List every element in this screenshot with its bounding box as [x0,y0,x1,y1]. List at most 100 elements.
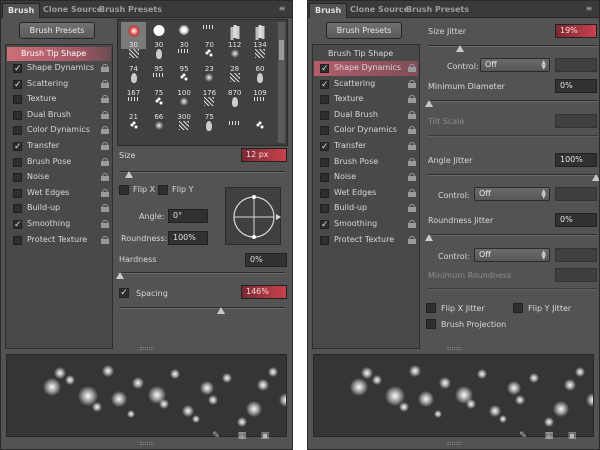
brush-tip[interactable] [121,118,146,145]
option-wet-edges[interactable]: Wet Edges [314,186,418,201]
brush-tip[interactable]: 74 [121,46,146,73]
brush-tip[interactable] [248,118,273,145]
lock-icon[interactable] [408,126,416,135]
size-jitter-slider[interactable] [428,45,598,47]
tab-brush[interactable]: Brush [309,3,348,18]
option-wet-edges[interactable]: Wet Edges [7,186,111,201]
option-checkbox[interactable] [320,188,329,198]
brush-tip[interactable]: 870 [222,70,247,97]
option-shape-dynamics[interactable]: ✓ Shape Dynamics [7,61,111,76]
option-checkbox[interactable] [320,95,329,105]
lock-icon[interactable] [101,157,109,166]
option-smoothing[interactable]: ✓ Smoothing [314,217,418,232]
roundness-jitter-thumb[interactable] [425,234,433,241]
option-checkbox[interactable] [13,157,22,167]
lock-icon[interactable] [101,188,109,197]
angle-jitter-slider[interactable] [428,174,598,176]
brush-tip[interactable]: 66 [146,94,171,121]
resize-grip-bottom[interactable] [139,442,154,445]
lock-icon[interactable] [408,95,416,104]
lock-icon[interactable] [101,95,109,104]
angle-field[interactable]: 0° [168,209,208,223]
lock-icon[interactable] [101,64,109,72]
angle-jitter-thumb[interactable] [592,174,599,181]
option-texture[interactable]: Texture [7,92,111,107]
grid-icon[interactable]: ▦ [544,431,554,441]
option-checkbox[interactable] [320,157,329,167]
brush-tip[interactable] [248,94,273,121]
brush-tip[interactable]: 75 [197,94,222,121]
lock-icon[interactable] [101,235,109,244]
option-color-dynamics[interactable]: Color Dynamics [314,123,418,138]
spacing-field[interactable]: 146% [241,285,287,299]
option-transfer[interactable]: ✓ Transfer [7,139,111,154]
angle-jitter-field[interactable]: 100% [555,153,597,167]
lock-icon[interactable] [408,79,416,88]
option-checkbox[interactable] [13,95,22,105]
option-checkbox[interactable]: ✓ [320,142,329,152]
option-checkbox[interactable] [13,126,22,136]
option-transfer[interactable]: ✓ Transfer [314,139,418,154]
option-checkbox[interactable]: ✓ [13,79,22,89]
tab-brush-presets[interactable]: Brush Presets [401,3,474,18]
resize-grip-bottom[interactable] [446,442,461,445]
size-slider[interactable] [119,171,285,173]
option-checkbox[interactable]: ✓ [13,64,22,74]
lock-icon[interactable] [408,188,416,197]
brush-tip[interactable]: 100 [172,70,197,97]
roundness-field[interactable]: 100% [168,231,208,245]
brush-tip[interactable]: 23 [197,46,222,73]
option-color-dynamics[interactable]: Color Dynamics [7,123,111,138]
option-build-up[interactable]: Build-up [7,201,111,216]
option-protect-texture[interactable]: Protect Texture [314,233,418,248]
lock-icon[interactable] [101,79,109,88]
angle-roundness-widget[interactable] [225,187,281,245]
min-diameter-field[interactable]: 0% [555,79,597,93]
option-checkbox[interactable]: ✓ [13,220,22,230]
lock-icon[interactable] [408,173,416,182]
brush-cursor-icon[interactable]: ✎ [211,431,221,441]
roundness-jitter-slider[interactable] [428,234,598,236]
lock-icon[interactable] [408,142,416,150]
option-texture[interactable]: Texture [314,92,418,107]
spacing-slider[interactable] [119,307,285,309]
brush-tip[interactable]: 75 [146,70,171,97]
hardness-slider-thumb[interactable] [116,272,124,279]
new-brush-icon[interactable]: ▣ [567,431,577,441]
resize-grip[interactable] [139,347,154,350]
lock-icon[interactable] [408,157,416,166]
new-brush-icon[interactable]: ▣ [260,431,270,441]
brush-tip[interactable] [222,94,247,121]
brush-tip[interactable]: 95 [146,46,171,73]
hardness-slider[interactable] [119,272,285,274]
option-shape-dynamics[interactable]: ✓ Shape Dynamics [314,61,418,76]
brush-tip[interactable] [197,118,222,145]
roundness-control-select[interactable]: Off ▲ ▼ [474,248,550,262]
brush-tip[interactable]: 300 [172,94,197,121]
lock-icon[interactable] [101,142,109,150]
option-checkbox[interactable] [320,126,329,136]
brush-tip[interactable]: 167 [121,70,146,97]
flip-x-checkbox[interactable] [119,185,129,195]
option-brush-tip-shape[interactable]: Brush Tip Shape [314,47,418,61]
scrollbar-thumb[interactable] [279,40,284,60]
spacing-slider-thumb[interactable] [217,307,225,314]
brush-tip[interactable]: 30 [121,22,146,49]
min-diameter-slider[interactable] [428,100,598,102]
roundness-jitter-field[interactable]: 0% [555,213,597,227]
brush-tip[interactable]: 30 [172,22,197,49]
option-checkbox[interactable] [13,188,22,198]
lock-icon[interactable] [408,110,416,119]
option-protect-texture[interactable]: Protect Texture [7,233,111,248]
brush-cursor-icon[interactable]: ✎ [518,431,528,441]
brush-tip[interactable]: 28 [222,46,247,73]
option-build-up[interactable]: Build-up [314,201,418,216]
lock-icon[interactable] [408,220,416,228]
option-checkbox[interactable] [320,235,329,245]
lock-icon[interactable] [101,220,109,228]
brush-tip[interactable]: 95 [172,46,197,73]
option-checkbox[interactable] [13,173,22,183]
brush-tip[interactable]: 21 [121,94,146,121]
hardness-field[interactable]: 0% [245,253,287,267]
lock-icon[interactable] [408,235,416,244]
